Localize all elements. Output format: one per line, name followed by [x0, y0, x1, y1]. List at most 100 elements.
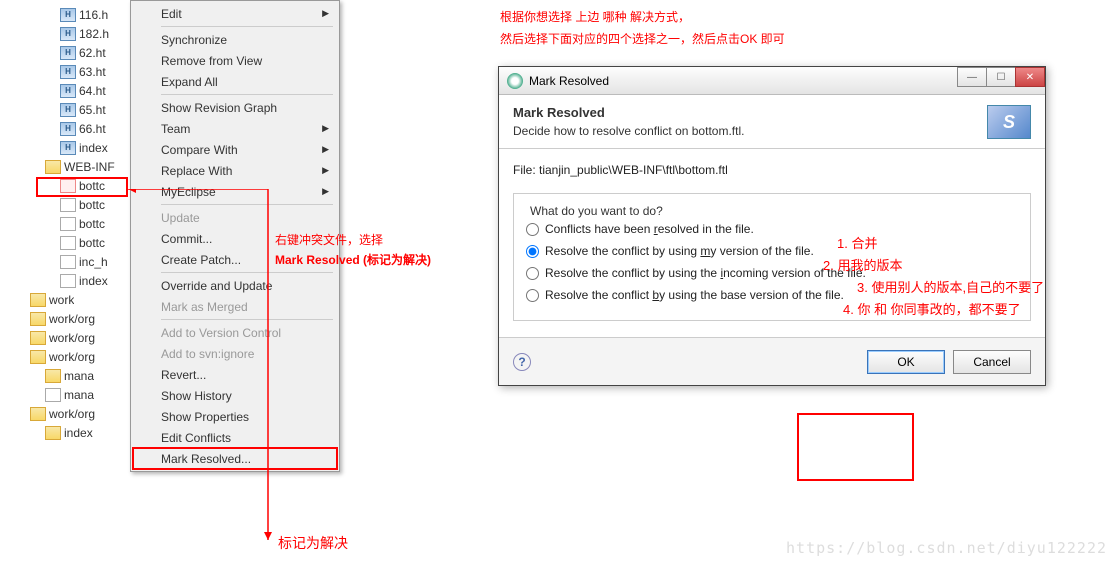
menu-item-revert[interactable]: Revert... — [133, 364, 337, 385]
menu-item-show-history[interactable]: Show History — [133, 385, 337, 406]
tree-item-label: work/org — [49, 407, 95, 421]
tree-item[interactable]: work/org — [10, 309, 140, 328]
folder-icon — [30, 331, 46, 345]
tree-item[interactable]: work/org — [10, 347, 140, 366]
tree-item-label: 182.h — [79, 27, 109, 41]
resolve-option-label: Resolve the conflict by using my version… — [545, 244, 814, 258]
menu-separator — [161, 94, 333, 95]
tree-item-label: inc_h — [79, 255, 108, 269]
h-icon: H — [60, 46, 76, 60]
submenu-arrow-icon: ▶ — [322, 144, 329, 155]
tree-item-label: bottc — [79, 236, 105, 250]
menu-item-show-revision-graph[interactable]: Show Revision Graph — [133, 97, 337, 118]
menu-item-myeclipse[interactable]: MyEclipse▶ — [133, 181, 337, 202]
folder-icon — [45, 369, 61, 383]
tree-item[interactable]: H65.ht — [10, 100, 140, 119]
tree-item[interactable]: H64.ht — [10, 81, 140, 100]
h-icon: H — [60, 27, 76, 41]
menu-item-synchronize[interactable]: Synchronize — [133, 29, 337, 50]
menu-item-compare-with[interactable]: Compare With▶ — [133, 139, 337, 160]
annotation-option-1: 1. 合并 — [837, 233, 877, 252]
maximize-button[interactable]: ☐ — [986, 67, 1016, 87]
menu-item-update: Update — [133, 207, 337, 228]
tree-item[interactable]: mana — [10, 366, 140, 385]
annotation-right-click: 右键冲突文件，选择 Mark Resolved (标记为解决) — [275, 230, 431, 270]
resolve-option-0[interactable]: Conflicts have been resolved in the file… — [526, 218, 1018, 240]
menu-item-remove-from-view[interactable]: Remove from View — [133, 50, 337, 71]
menu-item-mark-resolved[interactable]: Mark Resolved... — [133, 448, 337, 469]
annotation-option-4: 4. 你 和 你同事改的，都不要了 — [843, 299, 1021, 318]
tree-item-label: bottc — [79, 179, 105, 193]
watermark-text: https://blog.csdn.net/diyu122222 — [786, 539, 1107, 557]
tree-item-label: mana — [64, 388, 94, 402]
tree-item[interactable]: mana — [10, 385, 140, 404]
menu-item-team[interactable]: Team▶ — [133, 118, 337, 139]
minimize-button[interactable]: — — [957, 67, 987, 87]
submenu-arrow-icon: ▶ — [322, 8, 329, 19]
mark-resolved-dialog: Mark Resolved — ☐ ✕ Mark Resolved Decide… — [498, 66, 1046, 386]
resolve-option-label: Resolve the conflict by using the incomi… — [545, 266, 866, 280]
tree-item[interactable]: H63.ht — [10, 62, 140, 81]
file-icon — [60, 198, 76, 212]
annotation-option-2: 2. 用我的版本 — [823, 255, 902, 274]
tree-item-label: 66.ht — [79, 122, 106, 136]
tree-item[interactable]: work/org — [10, 328, 140, 347]
annotation-mark-resolved-tag: 标记为解决 — [278, 533, 348, 553]
folder-icon — [30, 293, 46, 307]
folder-icon — [45, 160, 61, 174]
tree-item[interactable]: H66.ht — [10, 119, 140, 138]
dialog-titlebar[interactable]: Mark Resolved — ☐ ✕ — [499, 67, 1045, 95]
tree-item-label: index — [79, 274, 108, 288]
menu-separator — [161, 204, 333, 205]
tree-item[interactable]: WEB-INF — [10, 157, 140, 176]
tree-item-label: work/org — [49, 312, 95, 326]
tree-item-label: 116.h — [79, 8, 108, 22]
resolve-radio-3[interactable] — [526, 289, 539, 302]
group-title: What do you want to do? — [526, 204, 667, 218]
resolve-radio-1[interactable] — [526, 245, 539, 258]
tree-item[interactable]: index — [10, 271, 140, 290]
menu-item-expand-all[interactable]: Expand All — [133, 71, 337, 92]
project-tree[interactable]: H116.hH182.hH62.htH63.htH64.htH65.htH66.… — [10, 5, 140, 442]
menu-item-replace-with[interactable]: Replace With▶ — [133, 160, 337, 181]
folder-icon — [30, 312, 46, 326]
tree-item[interactable]: H62.ht — [10, 43, 140, 62]
menu-item-override-and-update[interactable]: Override and Update — [133, 275, 337, 296]
menu-separator — [161, 319, 333, 320]
menu-item-edit-conflicts[interactable]: Edit Conflicts — [133, 427, 337, 448]
tree-item[interactable]: inc_h — [10, 252, 140, 271]
tree-item[interactable]: H182.h — [10, 24, 140, 43]
resolve-radio-0[interactable] — [526, 223, 539, 236]
tree-item[interactable]: Hindex — [10, 138, 140, 157]
app-icon — [507, 73, 523, 89]
submenu-arrow-icon: ▶ — [322, 123, 329, 134]
menu-item-show-properties[interactable]: Show Properties — [133, 406, 337, 427]
tree-item[interactable]: bottc — [10, 176, 140, 195]
resolve-option-1[interactable]: Resolve the conflict by using my version… — [526, 240, 1018, 262]
dialog-header-title: Mark Resolved — [513, 105, 1031, 120]
menu-item-add-to-version-control: Add to Version Control — [133, 322, 337, 343]
resolve-radio-2[interactable] — [526, 267, 539, 280]
dialog-header: Mark Resolved Decide how to resolve conf… — [499, 95, 1045, 149]
tree-item-label: 64.ht — [79, 84, 106, 98]
tree-item-label: bottc — [79, 217, 105, 231]
menu-item-edit[interactable]: Edit▶ — [133, 3, 337, 24]
tree-item[interactable]: index — [10, 423, 140, 442]
submenu-arrow-icon: ▶ — [322, 165, 329, 176]
tree-item[interactable]: H116.h — [10, 5, 140, 24]
file-path-label: File: tianjin_public\WEB-INF\ftl\bottom.… — [513, 163, 1031, 177]
menu-item-add-to-svn-ignore: Add to svn:ignore — [133, 343, 337, 364]
tree-item-label: mana — [64, 369, 94, 383]
tree-item[interactable]: work/org — [10, 404, 140, 423]
folder-icon — [45, 426, 61, 440]
help-icon[interactable]: ? — [513, 353, 531, 371]
tree-item[interactable]: bottc — [10, 195, 140, 214]
tree-item[interactable]: work — [10, 290, 140, 309]
tree-item[interactable]: bottc — [10, 214, 140, 233]
annotation-top-instructions: 根据你想选择 上边 哪种 解决方式， 然后选择下面对应的四个选择之一，然后点击O… — [500, 6, 785, 50]
ok-button[interactable]: OK — [867, 350, 945, 374]
tree-item[interactable]: bottc — [10, 233, 140, 252]
file-icon — [60, 236, 76, 250]
close-button[interactable]: ✕ — [1015, 67, 1045, 87]
cancel-button[interactable]: Cancel — [953, 350, 1031, 374]
